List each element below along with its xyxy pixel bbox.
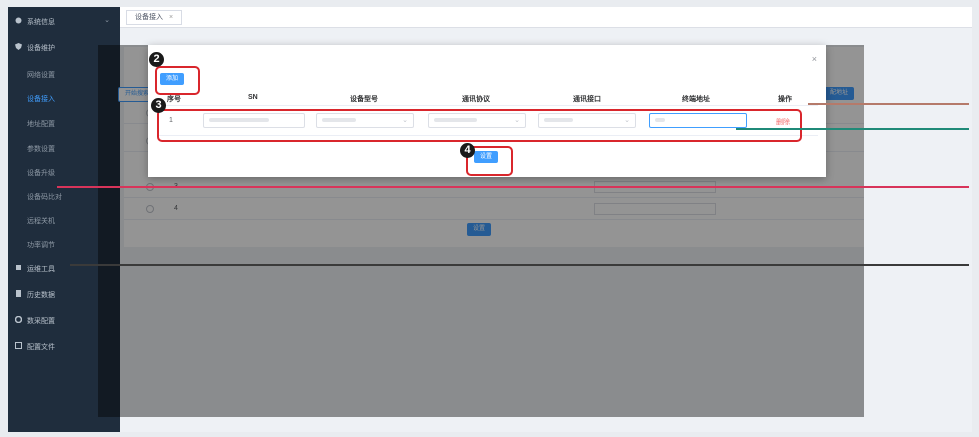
artifact-line bbox=[70, 264, 969, 266]
callout-badge: 2 bbox=[149, 52, 164, 67]
shield-icon bbox=[15, 43, 22, 50]
callout-badge: 3 bbox=[151, 98, 166, 113]
chevron-icon: ⌄ bbox=[104, 17, 110, 24]
file-icon bbox=[15, 290, 22, 297]
header-index: 序号 bbox=[167, 96, 181, 103]
callout-box-add bbox=[155, 66, 200, 95]
dashboard-icon bbox=[15, 17, 22, 24]
sidebar-item-label: 设备升级 bbox=[27, 170, 55, 177]
tab-bar: 设备接入 × bbox=[120, 7, 972, 28]
sidebar-item-label: 地址配置 bbox=[27, 121, 55, 128]
header-sn: SN bbox=[248, 94, 258, 101]
sidebar-item-label: 数采配置 bbox=[27, 318, 55, 325]
callout-box-row bbox=[157, 109, 802, 142]
artifact-line bbox=[736, 128, 969, 130]
save-icon bbox=[15, 342, 22, 349]
sidebar-item-label: 设备接入 bbox=[27, 96, 55, 103]
tool-icon bbox=[15, 264, 22, 271]
sidebar-item-label: 功率调节 bbox=[27, 242, 55, 249]
sidebar-item-system-info[interactable]: 系统信息 ⌄ bbox=[8, 11, 120, 31]
sidebar-item-label: 历史数据 bbox=[27, 292, 55, 299]
header-address: 终端地址 bbox=[682, 96, 710, 103]
sidebar-item-label: 运维工具 bbox=[27, 266, 55, 273]
sidebar-item-label: 远程关机 bbox=[27, 218, 55, 225]
sidebar-item-label: 参数设置 bbox=[27, 146, 55, 153]
sidebar-item-label: 系统信息 bbox=[27, 19, 55, 26]
callout-badge: 4 bbox=[460, 143, 475, 158]
header-interface: 通讯接口 bbox=[573, 96, 601, 103]
artifact-line bbox=[808, 103, 969, 105]
close-icon[interactable]: × bbox=[812, 54, 817, 64]
header-protocol: 通讯协议 bbox=[462, 96, 490, 103]
tab-device-access[interactable]: 设备接入 × bbox=[126, 10, 183, 25]
sidebar-item-label: 配置文件 bbox=[27, 344, 55, 351]
sidebar-item-label: 设备码比对 bbox=[27, 194, 62, 201]
tab-label: 设备接入 bbox=[135, 14, 163, 21]
header-action: 操作 bbox=[778, 96, 792, 103]
gear-icon bbox=[14, 315, 23, 324]
header-model: 设备型号 bbox=[350, 96, 378, 103]
divider bbox=[158, 105, 818, 106]
close-icon[interactable]: × bbox=[169, 14, 173, 21]
sidebar-item-label: 网络设置 bbox=[27, 72, 55, 79]
artifact-line bbox=[57, 186, 969, 188]
sidebar-item-label: 设备维护 bbox=[27, 45, 55, 52]
